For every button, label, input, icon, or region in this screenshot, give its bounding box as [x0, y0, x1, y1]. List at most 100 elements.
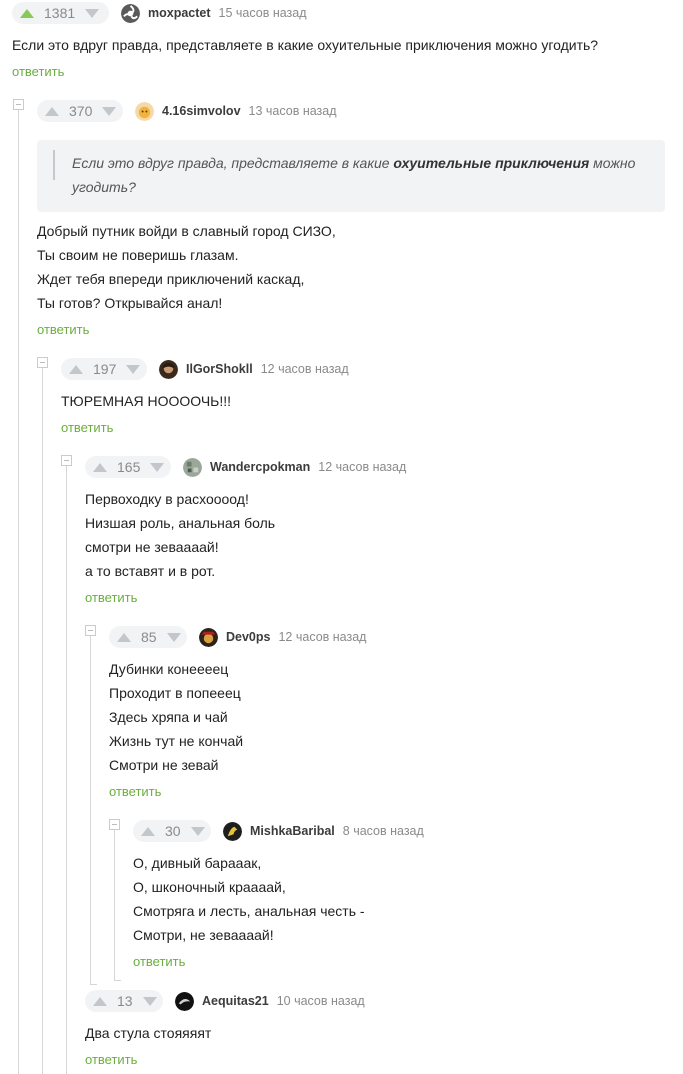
comment-text: Добрый путник войди в славный город СИЗО… — [37, 219, 336, 315]
vote-widget: 85 — [109, 626, 187, 648]
collapse-toggle[interactable] — [37, 357, 48, 368]
comment-text: ТЮРЕМНАЯ НООООЧЬ!!! — [61, 389, 231, 413]
upvote-icon[interactable] — [93, 996, 107, 1006]
comment-line: Добрый путник войди в славный город СИЗО… — [37, 223, 336, 239]
comment-text: Если это вдруг правда, представляете в к… — [12, 33, 598, 57]
author-name[interactable]: moxpactet — [148, 6, 211, 20]
comment-line: Жизнь тут не кончай — [109, 733, 244, 749]
quote-line: угодить? — [72, 179, 136, 195]
comment-line: Низшая роль, анальная боль — [85, 515, 276, 531]
thread-line — [90, 636, 91, 984]
comment-line: Смотри, не зеваааай! — [133, 927, 274, 943]
comment-line: Два стула стояяяят — [85, 1025, 212, 1041]
comment-line: Если это вдруг правда, представляете в к… — [12, 37, 599, 53]
reply-link[interactable]: ответить — [12, 64, 64, 79]
author-name[interactable]: 4.16simvolov — [162, 104, 241, 118]
vote-count: 165 — [117, 459, 141, 475]
reply-link[interactable]: ответить — [37, 322, 89, 337]
comment-line: Ждет тебя впереди приключений каскад, — [37, 271, 305, 287]
downvote-icon[interactable] — [85, 8, 100, 18]
author-name[interactable]: IlGorShokll — [186, 362, 253, 376]
thread-line — [114, 980, 121, 981]
upvote-icon[interactable] — [141, 826, 155, 836]
reply-link[interactable]: ответить — [85, 590, 137, 605]
vote-count: 197 — [93, 361, 117, 377]
comment-line: Ты своим не поверишь глазам. — [37, 247, 239, 263]
comment-text: О, дивный барааак, О, шконочный краааай,… — [133, 851, 365, 947]
comment-header: 13 Aequitas21 10 часов назад — [85, 990, 365, 1012]
upvote-icon[interactable] — [20, 8, 34, 18]
timestamp: 12 часов назад — [260, 362, 349, 376]
vote-widget: 30 — [133, 820, 211, 842]
avatar[interactable] — [135, 101, 154, 121]
downvote-icon[interactable] — [190, 826, 205, 836]
comment-header: 197 IlGorShokll 12 часов назад — [61, 358, 349, 380]
vote-widget: 370 — [37, 100, 123, 122]
downvote-icon[interactable] — [150, 462, 165, 472]
timestamp: 8 часов назад — [342, 824, 424, 838]
vote-widget: 197 — [61, 358, 147, 380]
collapse-toggle[interactable] — [85, 625, 96, 636]
vote-count: 370 — [69, 103, 93, 119]
author-name[interactable]: Wandercpokman — [210, 460, 310, 474]
downvote-icon[interactable] — [166, 632, 181, 642]
avatar[interactable] — [199, 627, 218, 647]
upvote-icon[interactable] — [93, 462, 107, 472]
comment-line: ТЮРЕМНАЯ НООООЧЬ!!! — [61, 393, 232, 409]
author-name[interactable]: MishkaBaribal — [250, 824, 335, 838]
collapse-toggle[interactable] — [13, 99, 24, 110]
thread-line — [66, 466, 67, 1074]
thread-line — [18, 110, 19, 1074]
timestamp: 13 часов назад — [248, 104, 337, 118]
avatar[interactable] — [223, 821, 242, 841]
comment-text: Два стула стояяяят — [85, 1021, 211, 1045]
quote-mark-icon — [53, 150, 55, 180]
comment-header: 1381 moxpactet 15 часов назад — [12, 2, 307, 24]
comment-line: смотри не зеваааай! — [85, 539, 219, 555]
comment-header: 165 Wandercpokman 12 часов назад — [85, 456, 406, 478]
comment-line: Ты готов? Открывайся анал! — [37, 295, 223, 311]
vote-count: 30 — [165, 823, 181, 839]
collapse-toggle[interactable] — [61, 455, 72, 466]
avatar[interactable] — [183, 457, 202, 477]
vote-count: 13 — [117, 993, 133, 1009]
timestamp: 12 часов назад — [278, 630, 367, 644]
timestamp: 10 часов назад — [276, 994, 365, 1008]
quote-bold-text: охуительные приключения — [393, 155, 590, 171]
quote-text: Если это вдруг правда, представляете в к… — [72, 155, 394, 171]
comment-header: 370 4.16simvolov 13 часов назад — [37, 100, 337, 122]
vote-count: 85 — [141, 629, 157, 645]
upvote-icon[interactable] — [45, 106, 59, 116]
quote-text: можно — [589, 155, 636, 171]
collapse-toggle[interactable] — [109, 819, 120, 830]
downvote-icon[interactable] — [142, 996, 157, 1006]
timestamp: 12 часов назад — [318, 460, 407, 474]
author-name[interactable]: Aequitas21 — [202, 994, 269, 1008]
reply-link[interactable]: ответить — [133, 954, 185, 969]
upvote-icon[interactable] — [117, 632, 131, 642]
avatar[interactable] — [159, 359, 178, 379]
reply-link[interactable]: ответить — [109, 784, 161, 799]
downvote-icon[interactable] — [126, 364, 141, 374]
reply-link[interactable]: ответить — [85, 1052, 137, 1067]
comment-line: Проходит в попееец — [109, 685, 241, 701]
downvote-icon[interactable] — [102, 106, 117, 116]
comment-line: Смотри не зевай — [109, 757, 219, 773]
avatar[interactable] — [175, 991, 194, 1011]
avatar[interactable] — [121, 3, 140, 23]
comment-line: Первоходку в расхоооод! — [85, 491, 249, 507]
upvote-icon[interactable] — [69, 364, 83, 374]
comment-header: 85 Dev0ps 12 часов назад — [109, 626, 366, 648]
reply-link[interactable]: ответить — [61, 420, 113, 435]
author-name[interactable]: Dev0ps — [226, 630, 270, 644]
timestamp: 15 часов назад — [218, 6, 307, 20]
comment-line: Смотряга и лесть, анальная честь - — [133, 903, 365, 919]
vote-widget: 1381 — [12, 2, 109, 24]
comment-line: Здесь хряпа и чай — [109, 709, 228, 725]
thread-line — [114, 830, 115, 980]
comment-text: Первоходку в расхоооод! Низшая роль, ана… — [85, 487, 275, 583]
comment-line: Дубинки конеееец — [109, 661, 229, 677]
thread-line — [90, 984, 97, 985]
vote-count: 1381 — [44, 5, 76, 21]
comment-header: 30 MishkaBaribal 8 часов назад — [133, 820, 424, 842]
